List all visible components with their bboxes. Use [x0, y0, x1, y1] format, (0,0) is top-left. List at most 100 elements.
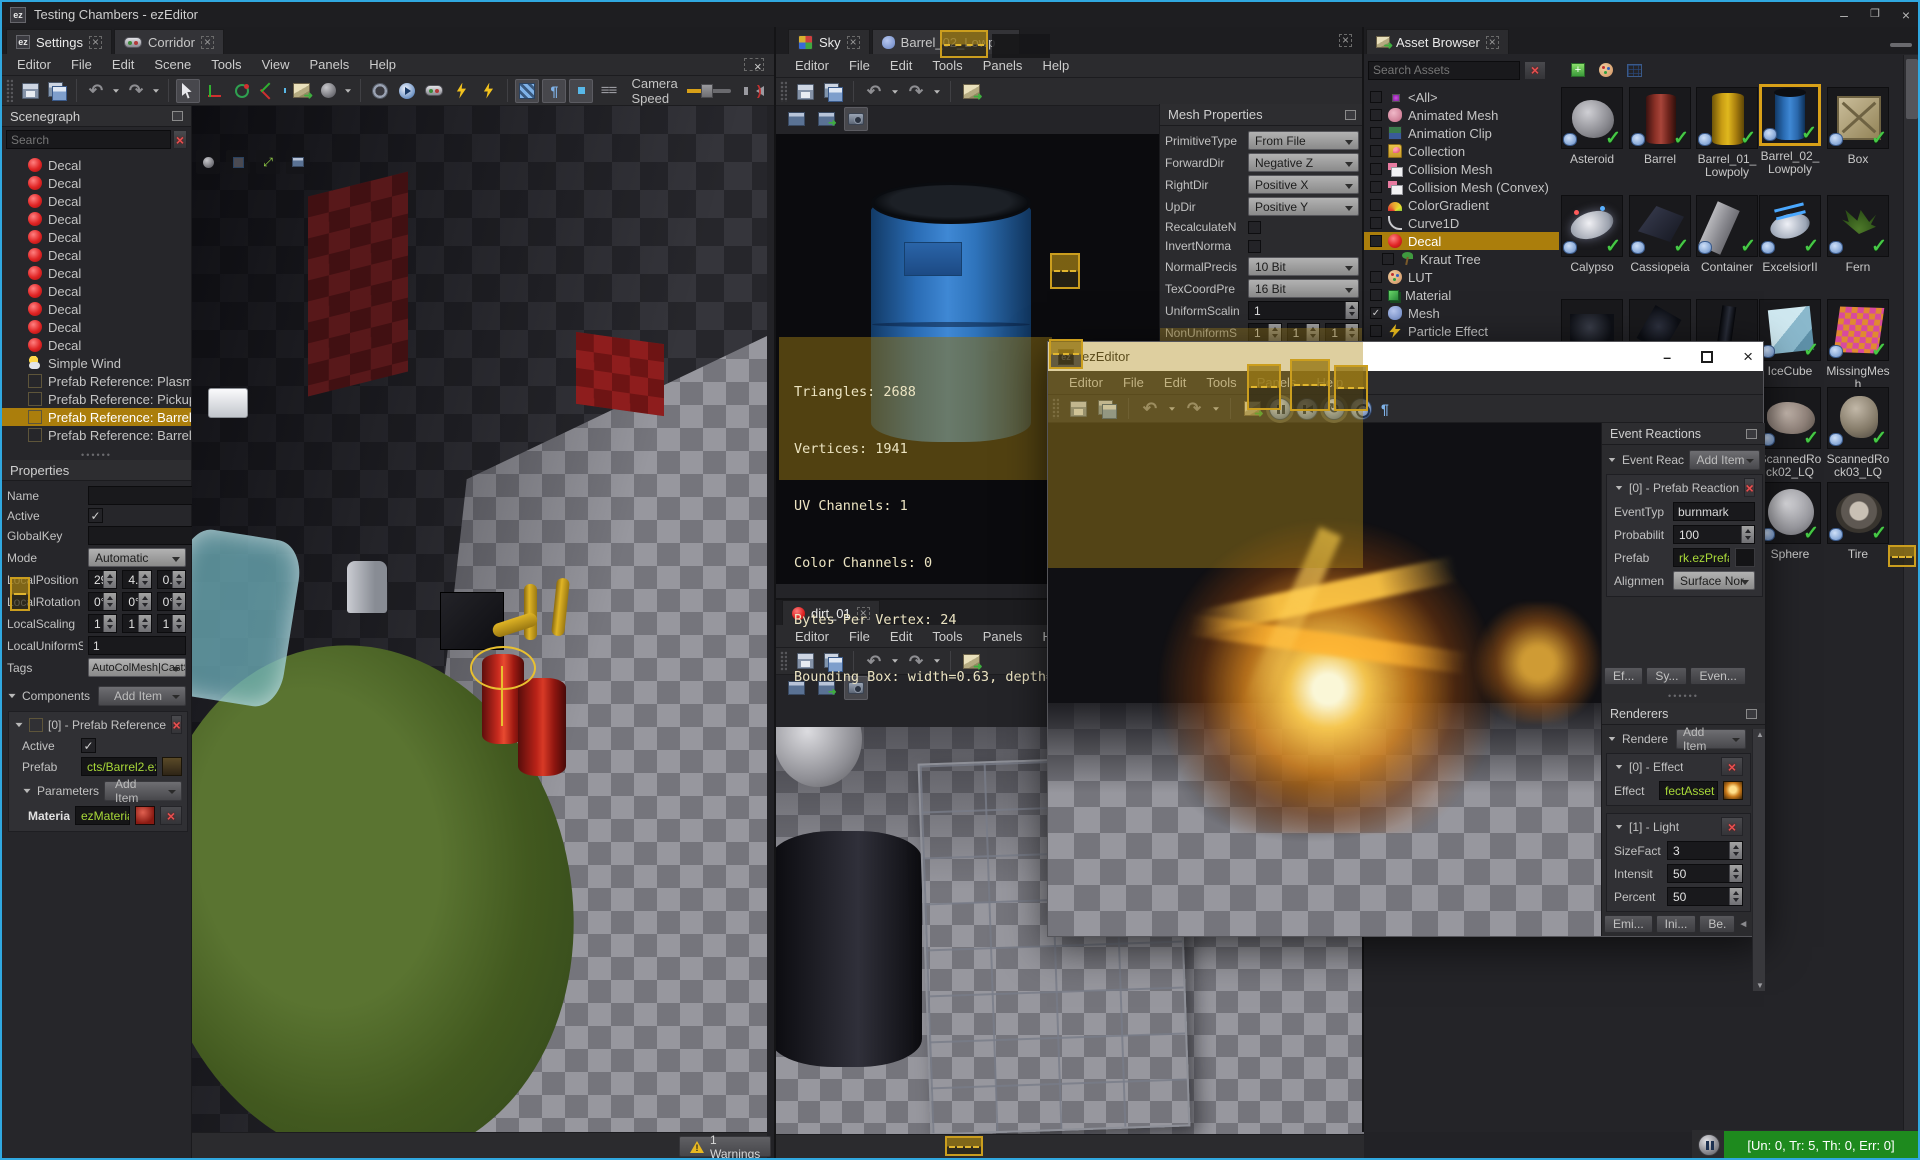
- panel-splitter[interactable]: ••••••: [1602, 691, 1765, 701]
- warnings-button[interactable]: 1 Warnings: [679, 1133, 772, 1158]
- toolbar-handle[interactable]: [780, 81, 787, 102]
- effect-remove-button[interactable]: ×: [1721, 757, 1743, 776]
- save-button[interactable]: [1066, 397, 1090, 421]
- reaction-prefab-thumb-button[interactable]: [1735, 548, 1755, 567]
- collapse-icon[interactable]: [1615, 764, 1623, 769]
- scenegraph-item-decal[interactable]: Decal: [2, 156, 191, 174]
- scenegraph-item-simple-wind[interactable]: Simple Wind: [2, 354, 191, 372]
- reaction-prefab-value[interactable]: rk.ezPrefab: [1673, 548, 1730, 567]
- close-button[interactable]: ×: [1902, 7, 1910, 23]
- export-asset-button[interactable]: [959, 80, 983, 104]
- component-active-checkbox[interactable]: ✓: [81, 738, 96, 753]
- tab-emitter[interactable]: Emi...: [1604, 915, 1653, 933]
- tree-item-decal-selected[interactable]: Decal: [1364, 232, 1559, 250]
- viewport-expand-button[interactable]: ⤢: [256, 150, 280, 174]
- parameters-collapse-icon[interactable]: [23, 788, 31, 794]
- texcoord-precision-dropdown[interactable]: 16 Bit: [1248, 279, 1359, 298]
- tree-item-curve1d[interactable]: Curve1D: [1364, 214, 1559, 232]
- menu-editor[interactable]: Editor: [8, 55, 60, 74]
- rotation-x-stepper[interactable]: 0°: [88, 592, 118, 611]
- filter-checkbox[interactable]: [1370, 271, 1382, 283]
- collapse-icon[interactable]: [1608, 458, 1616, 462]
- viewport-eye-button[interactable]: [196, 150, 220, 174]
- renderers-scrollbar[interactable]: ▲ ▼: [1752, 729, 1765, 991]
- visualizers-toggle-button[interactable]: ¶: [542, 78, 567, 103]
- up-dir-dropdown[interactable]: Positive Y: [1248, 197, 1359, 216]
- invert-normals-checkbox[interactable]: [1248, 239, 1261, 253]
- scenegraph-item-decal[interactable]: Decal: [2, 210, 191, 228]
- menu-editor[interactable]: Editor: [1060, 373, 1112, 392]
- scenegraph-item-prefab-plasma[interactable]: Prefab Reference: Plasma_S: [2, 372, 191, 390]
- panel-splitter[interactable]: ••••••: [2, 450, 191, 460]
- rotation-z-stepper[interactable]: 0°: [156, 592, 186, 611]
- asset-scannedrock03[interactable]: ✓ ScannedRock03_LQ: [1826, 387, 1890, 479]
- asset-tire[interactable]: ✓ Tire: [1826, 482, 1890, 561]
- filter-checkbox[interactable]: [1370, 181, 1382, 193]
- menu-tools[interactable]: Tools: [202, 55, 250, 74]
- scene-viewport[interactable]: ⤢: [192, 106, 767, 1132]
- scenegraph-item-decal[interactable]: Decal: [2, 264, 191, 282]
- pilcrow-icon[interactable]: ¶: [1381, 401, 1389, 417]
- scaling-x-stepper[interactable]: 1: [88, 614, 118, 633]
- probability-stepper[interactable]: 100: [1673, 525, 1755, 544]
- play-button[interactable]: [395, 79, 419, 103]
- menu-help[interactable]: Help: [360, 55, 405, 74]
- restore-button[interactable]: ❐: [1870, 7, 1880, 23]
- toolbar-handle[interactable]: [6, 79, 13, 102]
- select-tool-button[interactable]: [176, 78, 200, 103]
- scale-tool-button[interactable]: [257, 79, 281, 103]
- undo-button[interactable]: ↶: [84, 79, 108, 103]
- material-thumb-button[interactable]: [135, 806, 155, 825]
- tree-item-colorgradient[interactable]: ColorGradient: [1364, 196, 1559, 214]
- tab-system[interactable]: Sy...: [1646, 667, 1688, 685]
- undo-button[interactable]: ↶: [862, 80, 886, 104]
- viewport-perspective-button[interactable]: [226, 150, 250, 174]
- dock-close-icon[interactable]: ×: [744, 58, 764, 73]
- save-button[interactable]: [18, 79, 42, 103]
- tab-settings-close-icon[interactable]: ×: [88, 35, 102, 49]
- transform-export-button[interactable]: [449, 79, 473, 103]
- scenegraph-item-decal[interactable]: Decal: [2, 300, 191, 318]
- redo-button[interactable]: ↷: [1182, 397, 1206, 421]
- menu-editor[interactable]: Editor: [786, 56, 838, 75]
- screenshot-button[interactable]: [844, 107, 868, 131]
- filter-checkbox[interactable]: ✓: [1370, 307, 1382, 319]
- event-reactions-add-item-button[interactable]: Add Item: [1689, 450, 1760, 470]
- alignment-dropdown[interactable]: Surface Nor: [1673, 571, 1755, 590]
- uniform-scaling-field[interactable]: 1: [88, 636, 186, 655]
- uniform-scaling-stepper[interactable]: 1: [1248, 301, 1359, 320]
- simulate-button[interactable]: [422, 79, 446, 103]
- undo-dropdown-icon[interactable]: [1169, 406, 1175, 411]
- tab-behavior[interactable]: Be.: [1699, 915, 1736, 933]
- tab-effect[interactable]: Ef...: [1604, 667, 1644, 685]
- collapse-icon[interactable]: [1608, 737, 1616, 741]
- camera-speed-handle[interactable]: [700, 83, 713, 98]
- menu-panels[interactable]: Panels: [301, 55, 359, 74]
- material-remove-button[interactable]: ×: [160, 806, 182, 825]
- save-all-button[interactable]: [821, 80, 845, 104]
- undo-button[interactable]: ↶: [1138, 397, 1162, 421]
- asset-barrel01-lowpoly[interactable]: ✓ Barrel_01_Lowpoly: [1695, 87, 1759, 179]
- scroll-up-icon[interactable]: ▲: [1756, 730, 1764, 739]
- scenegraph-item-prefab-pickup[interactable]: Prefab Reference: Pickup_P: [2, 390, 191, 408]
- asset-excelsior2[interactable]: ✓ ExcelsiorII: [1758, 195, 1822, 274]
- effect-asset-value[interactable]: fectAsset: [1659, 781, 1718, 800]
- translate-tool-button[interactable]: [203, 79, 227, 103]
- tree-item-lut[interactable]: LUT: [1364, 268, 1559, 286]
- scrollbar-thumb[interactable]: [1906, 59, 1918, 119]
- undo-dropdown-icon[interactable]: [113, 88, 119, 93]
- rotation-y-stepper[interactable]: 0°: [122, 592, 152, 611]
- render-mode-button[interactable]: [316, 79, 340, 103]
- menu-panels[interactable]: Panels: [974, 56, 1032, 75]
- renderers-add-item-button[interactable]: Add Item: [1676, 725, 1746, 753]
- transform-all-button[interactable]: [476, 79, 500, 103]
- nonuniform-z-stepper[interactable]: 1: [1325, 323, 1360, 342]
- toolbar-handle[interactable]: [780, 651, 787, 671]
- tab-settings[interactable]: ez Settings ×: [6, 29, 112, 54]
- menu-edit[interactable]: Edit: [103, 55, 143, 74]
- forward-dir-dropdown[interactable]: Negative Z: [1248, 153, 1359, 172]
- menu-file[interactable]: File: [1114, 373, 1153, 392]
- active-checkbox[interactable]: ✓: [88, 508, 103, 523]
- nonuniform-x-stepper[interactable]: 1: [1248, 323, 1282, 342]
- tags-dropdown[interactable]: AutoColMesh|CastShadow: [88, 658, 186, 677]
